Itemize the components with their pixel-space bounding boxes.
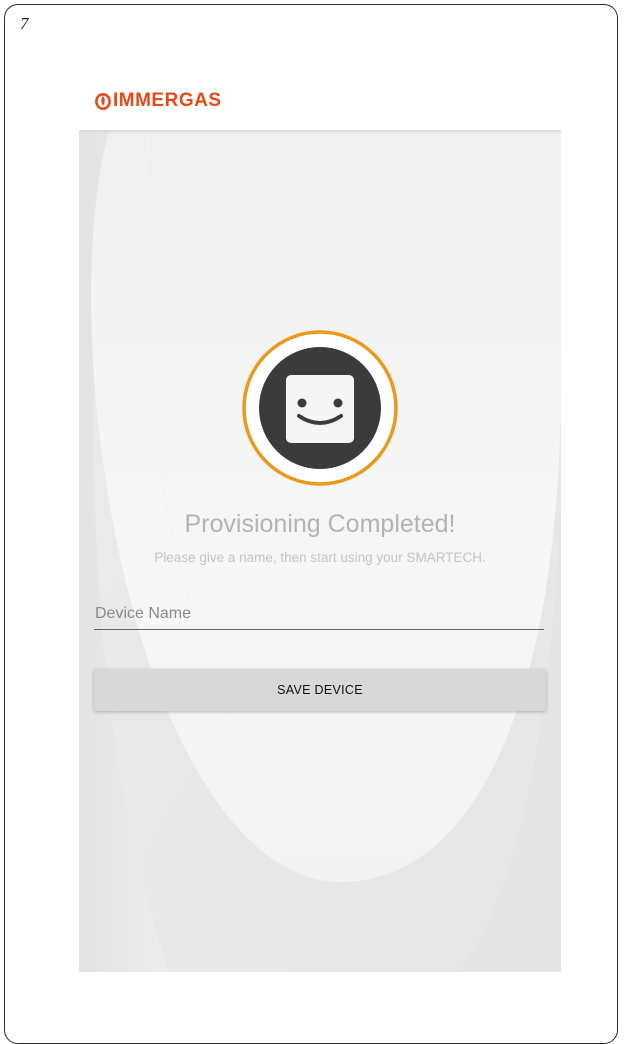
screen-subtitle: Please give a name, then start using you… [154,550,486,565]
page-number: 7 [20,14,29,33]
top-shadow [79,130,561,134]
immergas-flame-icon [95,93,111,110]
robot-face-icon [242,330,398,486]
brand-name: IMMERGAS [113,90,222,111]
app-screen: Provisioning Completed! Please give a na… [79,130,561,972]
save-device-button[interactable]: SAVE DEVICE [94,669,546,711]
device-name-input[interactable] [94,600,544,630]
brand-logo: IMMERGAS [95,90,222,112]
screen-title: Provisioning Completed! [184,510,456,538]
